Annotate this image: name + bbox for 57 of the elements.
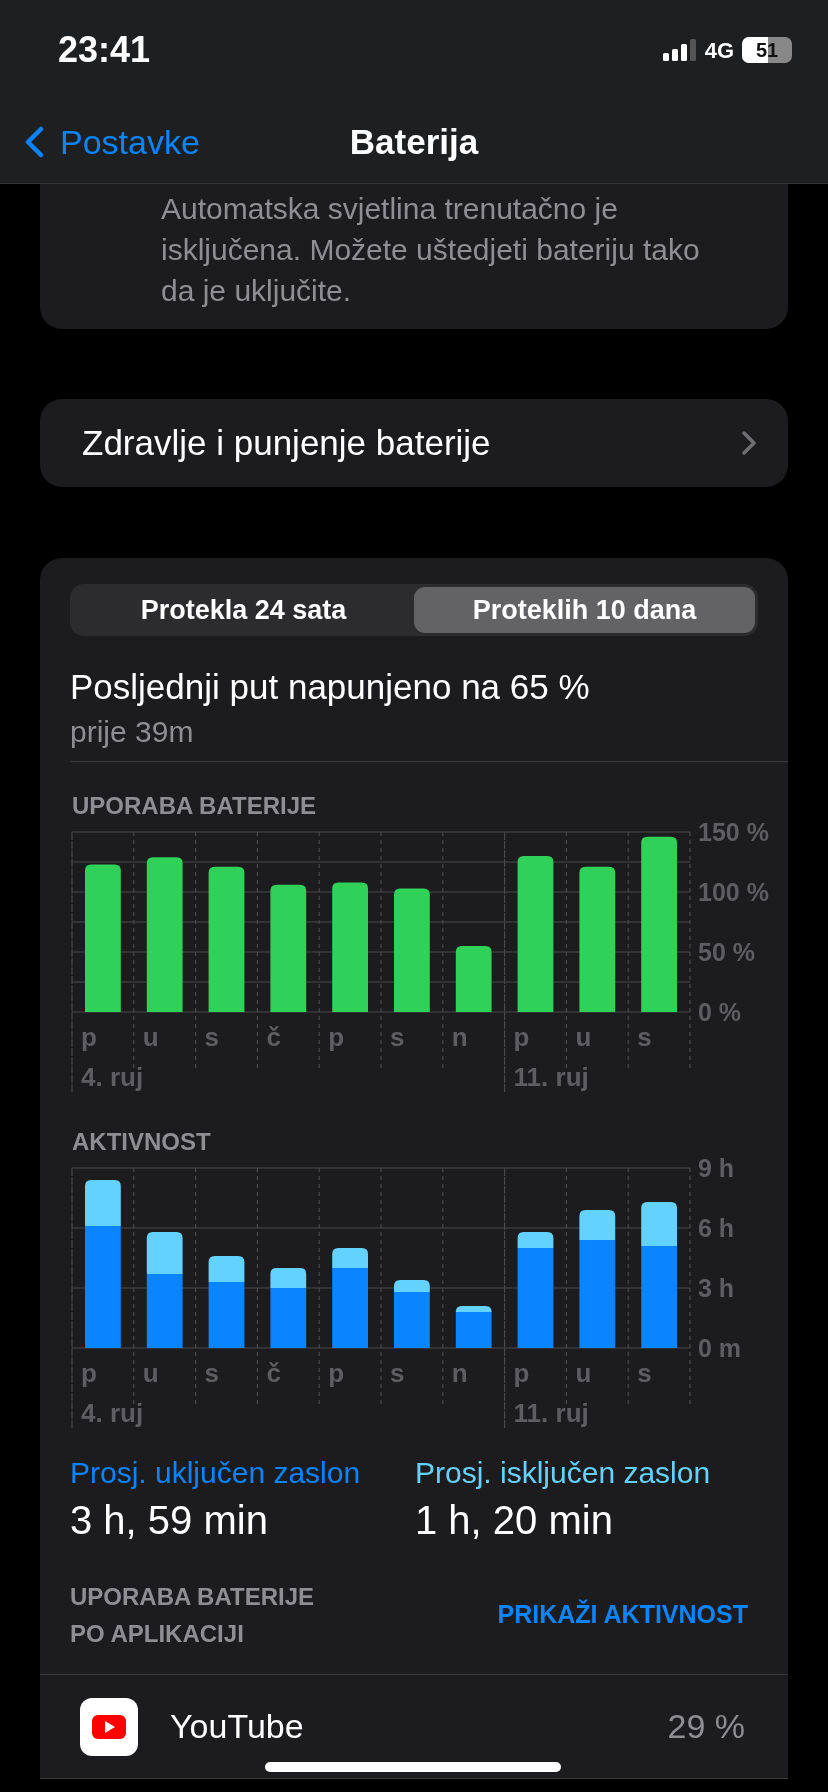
- axis-label: s: [637, 1022, 652, 1052]
- chevron-left-icon: [24, 126, 44, 158]
- segment-tab[interactable]: Proteklih 10 dana: [414, 587, 755, 633]
- stat-label: Prosj. isključen zaslon: [415, 1455, 712, 1491]
- axis-label: s: [390, 1358, 405, 1388]
- stat-value: 1 h, 20 min: [415, 1497, 614, 1544]
- date-label: 4. ruj: [81, 1062, 144, 1092]
- axis-label: s: [204, 1358, 220, 1388]
- stat-value: 3 h, 59 min: [70, 1497, 269, 1544]
- axis-label: 9 h: [698, 1156, 735, 1182]
- back-button[interactable]: Postavke: [24, 116, 200, 168]
- status-time: 23:41: [58, 28, 151, 72]
- axis-label: 150 %: [698, 820, 769, 846]
- axis-label: 0 %: [698, 998, 742, 1026]
- axis-label: 0 m: [698, 1334, 742, 1362]
- app-percent: 29 %: [667, 1706, 745, 1747]
- health-row[interactable]: Zdravlje i punjenje baterije: [40, 399, 788, 487]
- axis-label: s: [204, 1022, 220, 1052]
- axis-label: 3 h: [698, 1274, 735, 1302]
- axis-label: 50 %: [698, 938, 755, 966]
- axis-label: u: [142, 1358, 159, 1388]
- network-label: 4G: [704, 36, 734, 65]
- date-label: 11. ruj: [513, 1062, 589, 1092]
- axis-label: p: [513, 1022, 530, 1052]
- axis-label: 100 %: [698, 878, 769, 906]
- show-activity-link[interactable]: PRIKAŽI AKTIVNOST: [497, 1596, 748, 1634]
- play-button-icon: [80, 1697, 138, 1756]
- date-label: 4. ruj: [81, 1398, 144, 1428]
- date-label: 11. ruj: [513, 1398, 589, 1428]
- app-name: YouTube: [170, 1706, 304, 1747]
- battery-indicator: 51: [742, 37, 792, 63]
- axis-label: p: [81, 1358, 97, 1388]
- chart-title: UPORABA BATERIJE: [71, 792, 318, 820]
- last-charge-time: prije 39m: [70, 714, 195, 750]
- axis-label: n: [451, 1022, 468, 1052]
- last-charge-title: Posljednji put napunjeno na 65 %: [70, 666, 591, 708]
- segment-tab[interactable]: Protekla 24 sata: [73, 587, 414, 633]
- axis-label: p: [328, 1022, 345, 1052]
- signal-icon: [662, 39, 697, 61]
- chart-title: AKTIVNOST: [71, 1128, 212, 1156]
- axis-label: 6 h: [698, 1214, 735, 1242]
- axis-label: u: [575, 1022, 592, 1052]
- axis-label: u: [142, 1022, 159, 1052]
- page-title: Baterija: [349, 120, 479, 163]
- axis-label: s: [390, 1022, 405, 1052]
- section-header: UPORABA BATERIJE PO APLIKACIJI: [70, 1582, 316, 1649]
- axis-label: p: [513, 1358, 530, 1388]
- axis-label: p: [328, 1358, 345, 1388]
- axis-label: n: [451, 1358, 468, 1388]
- chevron-right-icon: [742, 431, 756, 455]
- axis-label: u: [575, 1358, 592, 1388]
- axis-label: č: [266, 1358, 281, 1388]
- stat-label: Prosj. uključen zaslon: [70, 1455, 362, 1491]
- axis-label: č: [266, 1022, 281, 1052]
- axis-label: s: [637, 1358, 652, 1388]
- axis-label: p: [81, 1022, 97, 1052]
- brightness-note: Automatska svjetlina trenutačno je isključena. Možete uštedjeti bateriju tako da je uključite.: [161, 191, 701, 309]
